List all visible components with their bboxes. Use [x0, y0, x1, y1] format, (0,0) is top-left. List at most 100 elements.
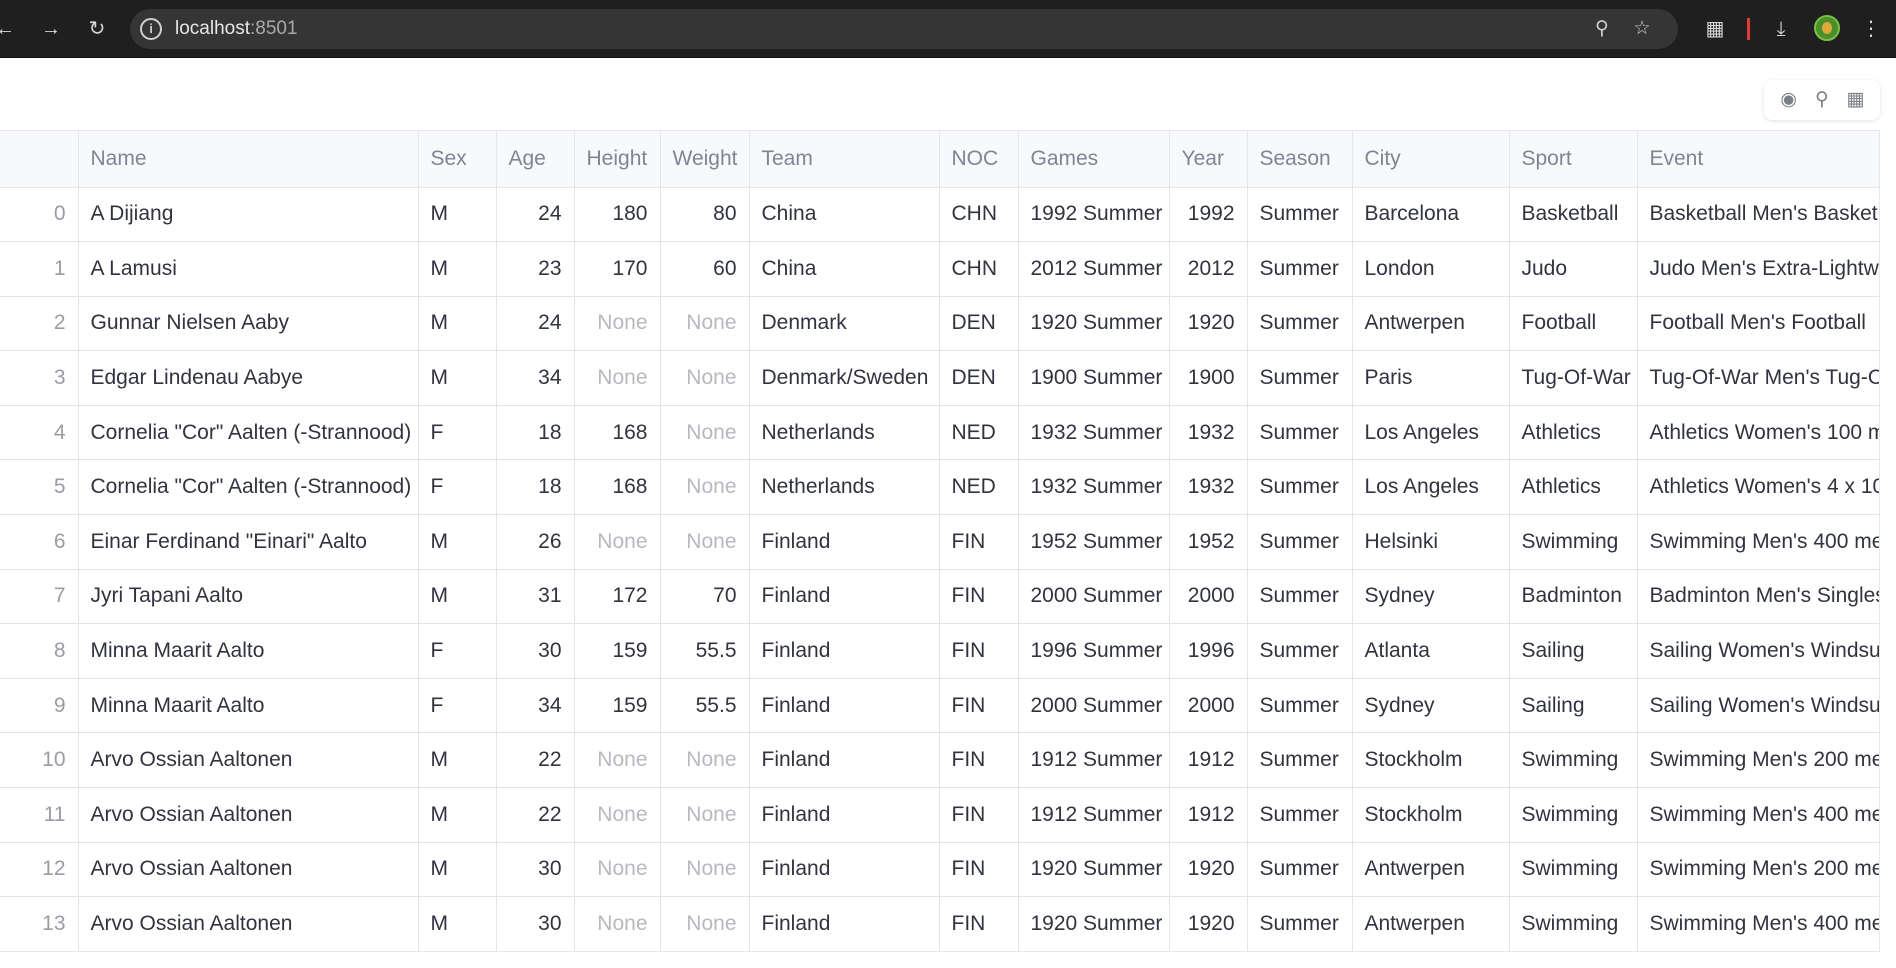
cell-index[interactable]: 1 — [0, 241, 79, 297]
cell-year[interactable]: 1920 — [1169, 842, 1248, 898]
cell-age[interactable]: 22 — [496, 787, 575, 843]
cell-name[interactable]: Arvo Ossian Aaltonen — [78, 732, 419, 789]
cell-age[interactable]: 26 — [496, 514, 575, 570]
table-row[interactable]: 2 Gunnar Nielsen Aaby M 24 None None Denmark DE… — [0, 296, 1879, 352]
cell-team[interactable]: Finland — [749, 787, 940, 843]
column-header-games[interactable]: Games — [1018, 131, 1170, 188]
cell-name[interactable]: Arvo Ossian Aaltonen — [78, 787, 419, 843]
cell-height[interactable]: None — [574, 350, 661, 406]
cell-team[interactable]: China — [749, 187, 940, 243]
cell-height[interactable]: None — [574, 842, 661, 898]
cell-city[interactable]: Antwerpen — [1352, 896, 1510, 951]
cell-event[interactable]: Swimming Men's 400 metres Breaststroke — [1637, 896, 1879, 951]
cell-noc[interactable]: NED — [939, 459, 1019, 516]
cell-weight[interactable]: None — [660, 296, 750, 352]
column-header-age[interactable]: Age — [496, 131, 575, 188]
cell-event[interactable]: Basketball Men's Basketball — [1637, 187, 1879, 243]
cell-sport[interactable]: Badminton — [1509, 569, 1638, 625]
cell-sport[interactable]: Sailing — [1509, 623, 1638, 679]
cell-sex[interactable]: F — [418, 623, 497, 679]
cell-sport[interactable]: Tug-Of-War — [1509, 350, 1638, 406]
cell-name[interactable]: Arvo Ossian Aaltonen — [78, 842, 419, 898]
cell-name[interactable]: Edgar Lindenau Aabye — [78, 350, 419, 406]
cell-index[interactable]: 13 — [0, 896, 79, 951]
cell-games[interactable]: 1900 Summer — [1018, 350, 1170, 406]
cell-noc[interactable]: FIN — [939, 514, 1019, 570]
cell-weight[interactable]: None — [660, 787, 750, 843]
cell-name[interactable]: Cornelia "Cor" Aalten (-Strannood) — [78, 405, 419, 461]
cell-index[interactable]: 8 — [0, 623, 79, 679]
cell-name[interactable]: A Dijiang — [78, 187, 419, 243]
cell-noc[interactable]: FIN — [939, 842, 1019, 898]
cell-year[interactable]: 1996 — [1169, 623, 1248, 679]
cell-sport[interactable]: Athletics — [1509, 405, 1638, 461]
cell-year[interactable]: 1992 — [1169, 187, 1248, 243]
cell-height[interactable]: None — [574, 896, 661, 951]
cell-age[interactable]: 18 — [496, 459, 575, 516]
cell-season[interactable]: Summer — [1247, 350, 1353, 406]
cell-height[interactable]: 168 — [574, 459, 661, 516]
cell-sport[interactable]: Athletics — [1509, 459, 1638, 516]
cell-event[interactable]: Swimming Men's 200 metres Breaststroke — [1637, 732, 1879, 789]
cell-height[interactable]: None — [574, 787, 661, 843]
download-icon[interactable]: ⤓ — [1766, 14, 1796, 44]
cell-age[interactable]: 34 — [496, 350, 575, 406]
cell-sex[interactable]: F — [418, 459, 497, 516]
cell-noc[interactable]: FIN — [939, 569, 1019, 625]
cell-sex[interactable]: M — [418, 787, 497, 843]
address-bar[interactable]: i localhost:8501 ⚲ ☆ — [130, 9, 1678, 49]
cell-year[interactable]: 1920 — [1169, 896, 1248, 951]
table-row[interactable]: 11 Arvo Ossian Aaltonen M 22 None None Finland… — [0, 787, 1879, 843]
cell-season[interactable]: Summer — [1247, 187, 1353, 243]
dataframe-grid[interactable]: Name Sex Age Height Weight Team NOC Game… — [0, 130, 1880, 952]
cell-noc[interactable]: DEN — [939, 296, 1019, 352]
cell-weight[interactable]: None — [660, 405, 750, 461]
cell-sex[interactable]: F — [418, 678, 497, 734]
url-text[interactable]: localhost:8501 — [175, 18, 298, 40]
cell-index[interactable]: 7 — [0, 569, 79, 625]
cell-city[interactable]: Antwerpen — [1352, 842, 1510, 898]
cell-games[interactable]: 1996 Summer — [1018, 623, 1170, 679]
cell-name[interactable]: Einar Ferdinand "Einari" Aalto — [78, 514, 419, 570]
cell-city[interactable]: Atlanta — [1352, 623, 1510, 679]
cell-event[interactable]: Swimming Men's 200 metres Breaststroke — [1637, 842, 1879, 898]
cell-sex[interactable]: M — [418, 241, 497, 297]
cell-sport[interactable]: Basketball — [1509, 187, 1638, 243]
cell-weight[interactable]: None — [660, 842, 750, 898]
cell-games[interactable]: 1920 Summer — [1018, 842, 1170, 898]
cell-event[interactable]: Judo Men's Extra-Lightweight — [1637, 241, 1879, 297]
cell-sex[interactable]: M — [418, 514, 497, 570]
cell-games[interactable]: 2012 Summer — [1018, 241, 1170, 297]
cell-season[interactable]: Summer — [1247, 678, 1353, 734]
cell-weight[interactable]: 80 — [660, 187, 750, 243]
cell-weight[interactable]: 55.5 — [660, 623, 750, 679]
cell-games[interactable]: 1992 Summer — [1018, 187, 1170, 243]
cell-season[interactable]: Summer — [1247, 732, 1353, 789]
cell-name[interactable]: Arvo Ossian Aaltonen — [78, 896, 419, 951]
cell-city[interactable]: Stockholm — [1352, 787, 1510, 843]
cell-year[interactable]: 1912 — [1169, 787, 1248, 843]
column-header-height[interactable]: Height — [574, 131, 661, 188]
column-header-name[interactable]: Name — [78, 131, 419, 188]
cell-event[interactable]: Swimming Men's 400 metres Freestyle — [1637, 514, 1879, 570]
cell-age[interactable]: 31 — [496, 569, 575, 625]
cell-team[interactable]: Finland — [749, 514, 940, 570]
column-header-team[interactable]: Team — [749, 131, 940, 188]
cell-team[interactable]: Finland — [749, 678, 940, 734]
cell-games[interactable]: 1920 Summer — [1018, 896, 1170, 951]
cell-sport[interactable]: Swimming — [1509, 514, 1638, 570]
cell-team[interactable]: Denmark — [749, 296, 940, 352]
table-row[interactable]: 5 Cornelia "Cor" Aalten (-Strannood) F 18 16… — [0, 459, 1879, 516]
cell-sex[interactable]: M — [418, 842, 497, 898]
back-arrow-icon[interactable]: ← — [0, 14, 20, 44]
column-header-weight[interactable]: Weight — [660, 131, 750, 188]
cell-weight[interactable]: None — [660, 459, 750, 516]
cell-noc[interactable]: FIN — [939, 896, 1019, 951]
column-header-city[interactable]: City — [1352, 131, 1510, 188]
cell-city[interactable]: Los Angeles — [1352, 459, 1510, 516]
zoom-icon[interactable]: ⚲ — [1590, 17, 1614, 41]
cell-event[interactable]: Football Men's Football — [1637, 296, 1879, 352]
cell-age[interactable]: 30 — [496, 842, 575, 898]
column-header-year[interactable]: Year — [1169, 131, 1248, 188]
cell-event[interactable]: Tug-Of-War Men's Tug-Of-War — [1637, 350, 1879, 406]
